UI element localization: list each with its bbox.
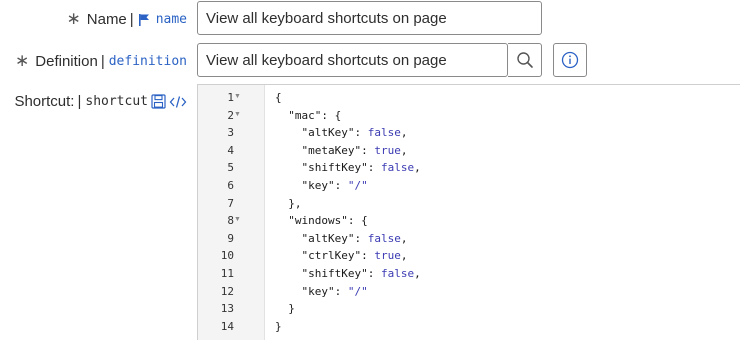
code-token: , bbox=[414, 161, 421, 175]
required-icon: ∗ bbox=[15, 51, 30, 70]
definition-input[interactable]: View all keyboard shortcuts on page bbox=[197, 43, 508, 77]
fold-toggle-icon[interactable]: ▼ bbox=[234, 111, 241, 118]
code-line: "windows": { bbox=[275, 214, 368, 228]
code-token: , bbox=[414, 267, 421, 280]
code-line: { bbox=[275, 91, 282, 104]
shortcut-label: Shortcut: | shortcut bbox=[14, 93, 187, 110]
shortcut-json-editor[interactable]: 1 ▼ 2 ▼ 3 4 5 6 7 8 ▼ 9 10 11 12 13 14 { "mac": { "altKe… bbox=[197, 84, 740, 340]
label-separator: | bbox=[77, 93, 82, 110]
name-label: ∗ Name | name bbox=[67, 9, 187, 29]
code-token: }, bbox=[275, 196, 302, 210]
code-token: , bbox=[400, 143, 408, 157]
fold-toggle-icon[interactable]: ▼ bbox=[234, 93, 241, 100]
code-token: "altKey": bbox=[275, 126, 368, 140]
label-separator: | bbox=[129, 10, 134, 28]
line-number: 4 bbox=[227, 143, 234, 157]
search-button[interactable] bbox=[508, 43, 542, 77]
code-token: "altKey": bbox=[275, 231, 368, 245]
code-token: "shiftKey": bbox=[275, 161, 381, 175]
code-line: "altKey": false, bbox=[275, 126, 407, 139]
flag-icon bbox=[138, 13, 149, 26]
editor-gutter: 1 ▼ 2 ▼ 3 4 5 6 7 8 ▼ 9 10 11 12 13 14 bbox=[198, 85, 265, 340]
name-input[interactable]: View all keyboard shortcuts on page bbox=[197, 1, 542, 35]
code-line: "metaKey": true, bbox=[275, 144, 407, 157]
code-line: "key": "/" bbox=[275, 179, 368, 192]
code-token: { bbox=[275, 91, 282, 104]
code-token: "/" bbox=[347, 284, 368, 298]
code-token: true bbox=[374, 249, 401, 263]
code-token: false bbox=[380, 267, 415, 280]
code-token: false bbox=[367, 126, 401, 140]
line-number: 1 bbox=[227, 91, 234, 104]
line-number: 2 bbox=[227, 108, 234, 122]
code-token: , bbox=[400, 231, 408, 245]
fold-toggle-icon[interactable]: ▼ bbox=[234, 216, 241, 223]
info-icon bbox=[561, 51, 579, 69]
required-icon: ∗ bbox=[66, 9, 81, 28]
code-line: "shiftKey": false, bbox=[275, 161, 421, 175]
shortcut-field-name: shortcut bbox=[85, 94, 148, 109]
line-number: 8 bbox=[227, 214, 234, 228]
code-line: } bbox=[275, 320, 282, 333]
code-token: } bbox=[275, 302, 295, 316]
code-line: "altKey": false, bbox=[275, 232, 407, 245]
code-token: } bbox=[275, 319, 282, 333]
code-token: "key": bbox=[275, 284, 348, 298]
code-token: "mac": { bbox=[275, 108, 342, 122]
code-line: }, bbox=[275, 196, 302, 210]
code-line: "ctrlKey": true, bbox=[275, 249, 407, 262]
code-line: } bbox=[275, 302, 295, 315]
save-icon[interactable] bbox=[151, 94, 166, 109]
code-icon[interactable] bbox=[169, 95, 187, 109]
code-token: "shiftKey": bbox=[275, 267, 381, 280]
definition-field-name: definition bbox=[108, 53, 187, 69]
search-icon bbox=[516, 52, 533, 68]
line-number: 5 bbox=[227, 161, 234, 175]
definition-label-text: Definition bbox=[35, 52, 98, 70]
line-number: 7 bbox=[227, 196, 234, 210]
name-field-name: name bbox=[155, 11, 187, 27]
code-token: "key": bbox=[275, 179, 348, 192]
code-line: "key": "/" bbox=[275, 284, 368, 298]
code-token: "metaKey": bbox=[275, 143, 375, 157]
code-token: "/" bbox=[347, 179, 368, 192]
line-number: 12 bbox=[220, 284, 234, 298]
line-number: 3 bbox=[227, 126, 234, 140]
line-number: 9 bbox=[227, 231, 234, 245]
code-line: "shiftKey": false, bbox=[275, 267, 421, 280]
line-number: 13 bbox=[220, 302, 234, 316]
code-line: "mac": { bbox=[275, 109, 341, 122]
code-token: "ctrlKey": bbox=[275, 249, 375, 263]
line-number: 10 bbox=[220, 249, 234, 263]
code-token: , bbox=[400, 249, 408, 263]
line-number: 6 bbox=[227, 179, 234, 192]
code-token: true bbox=[374, 143, 401, 157]
line-number: 11 bbox=[220, 267, 234, 280]
code-token: false bbox=[380, 161, 415, 175]
definition-label: ∗ Definition | definition bbox=[15, 51, 187, 71]
name-label-text: Name bbox=[86, 10, 127, 28]
info-button[interactable] bbox=[553, 43, 587, 77]
label-separator: | bbox=[100, 52, 105, 70]
code-token: , bbox=[400, 126, 408, 140]
line-number: 14 bbox=[220, 319, 234, 333]
code-token: "windows": { bbox=[275, 214, 368, 228]
code-token: false bbox=[367, 231, 401, 245]
shortcut-label-text: Shortcut: bbox=[14, 93, 75, 110]
